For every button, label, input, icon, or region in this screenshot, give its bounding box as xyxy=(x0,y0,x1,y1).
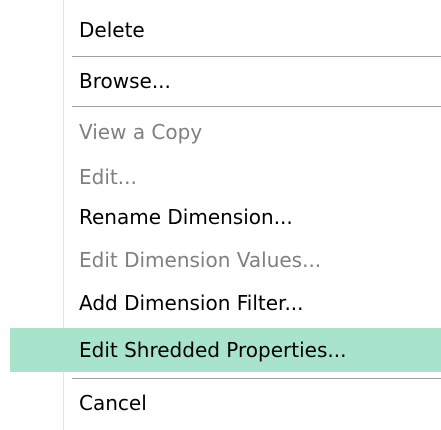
menu-item-label: Add Dimension Filter... xyxy=(79,291,304,315)
menu-item-cancel[interactable]: Cancel xyxy=(0,384,441,422)
menu-item-rename-dimension[interactable]: Rename Dimension... xyxy=(0,198,441,236)
menu-separator xyxy=(72,56,441,57)
menu-item-add-dimension-filter[interactable]: Add Dimension Filter... xyxy=(0,284,441,322)
menu-item-browse[interactable]: Browse... xyxy=(0,62,441,100)
menu-separator xyxy=(72,378,441,379)
menu-item-edit-shredded-properties[interactable]: Edit Shredded Properties... xyxy=(10,328,441,372)
menu-item-label: Cancel xyxy=(79,391,147,415)
menu-item-label: Browse... xyxy=(79,69,171,93)
menu-item-label: Edit Dimension Values... xyxy=(79,248,322,272)
menu-item-label: Delete xyxy=(79,18,145,42)
menu-item-view-a-copy[interactable]: View a Copy xyxy=(0,113,441,151)
context-menu: Delete Browse... View a Copy Edit... Ren… xyxy=(0,0,441,430)
menu-item-delete[interactable]: Delete xyxy=(0,11,441,49)
menu-item-label: Rename Dimension... xyxy=(79,205,293,229)
menu-item-edit[interactable]: Edit... xyxy=(0,158,441,196)
menu-item-label: Edit... xyxy=(79,165,137,189)
menu-item-label: View a Copy xyxy=(79,120,203,144)
menu-separator xyxy=(72,106,441,107)
menu-item-edit-dimension-values[interactable]: Edit Dimension Values... xyxy=(0,241,441,279)
menu-item-label: Edit Shredded Properties... xyxy=(79,338,347,362)
